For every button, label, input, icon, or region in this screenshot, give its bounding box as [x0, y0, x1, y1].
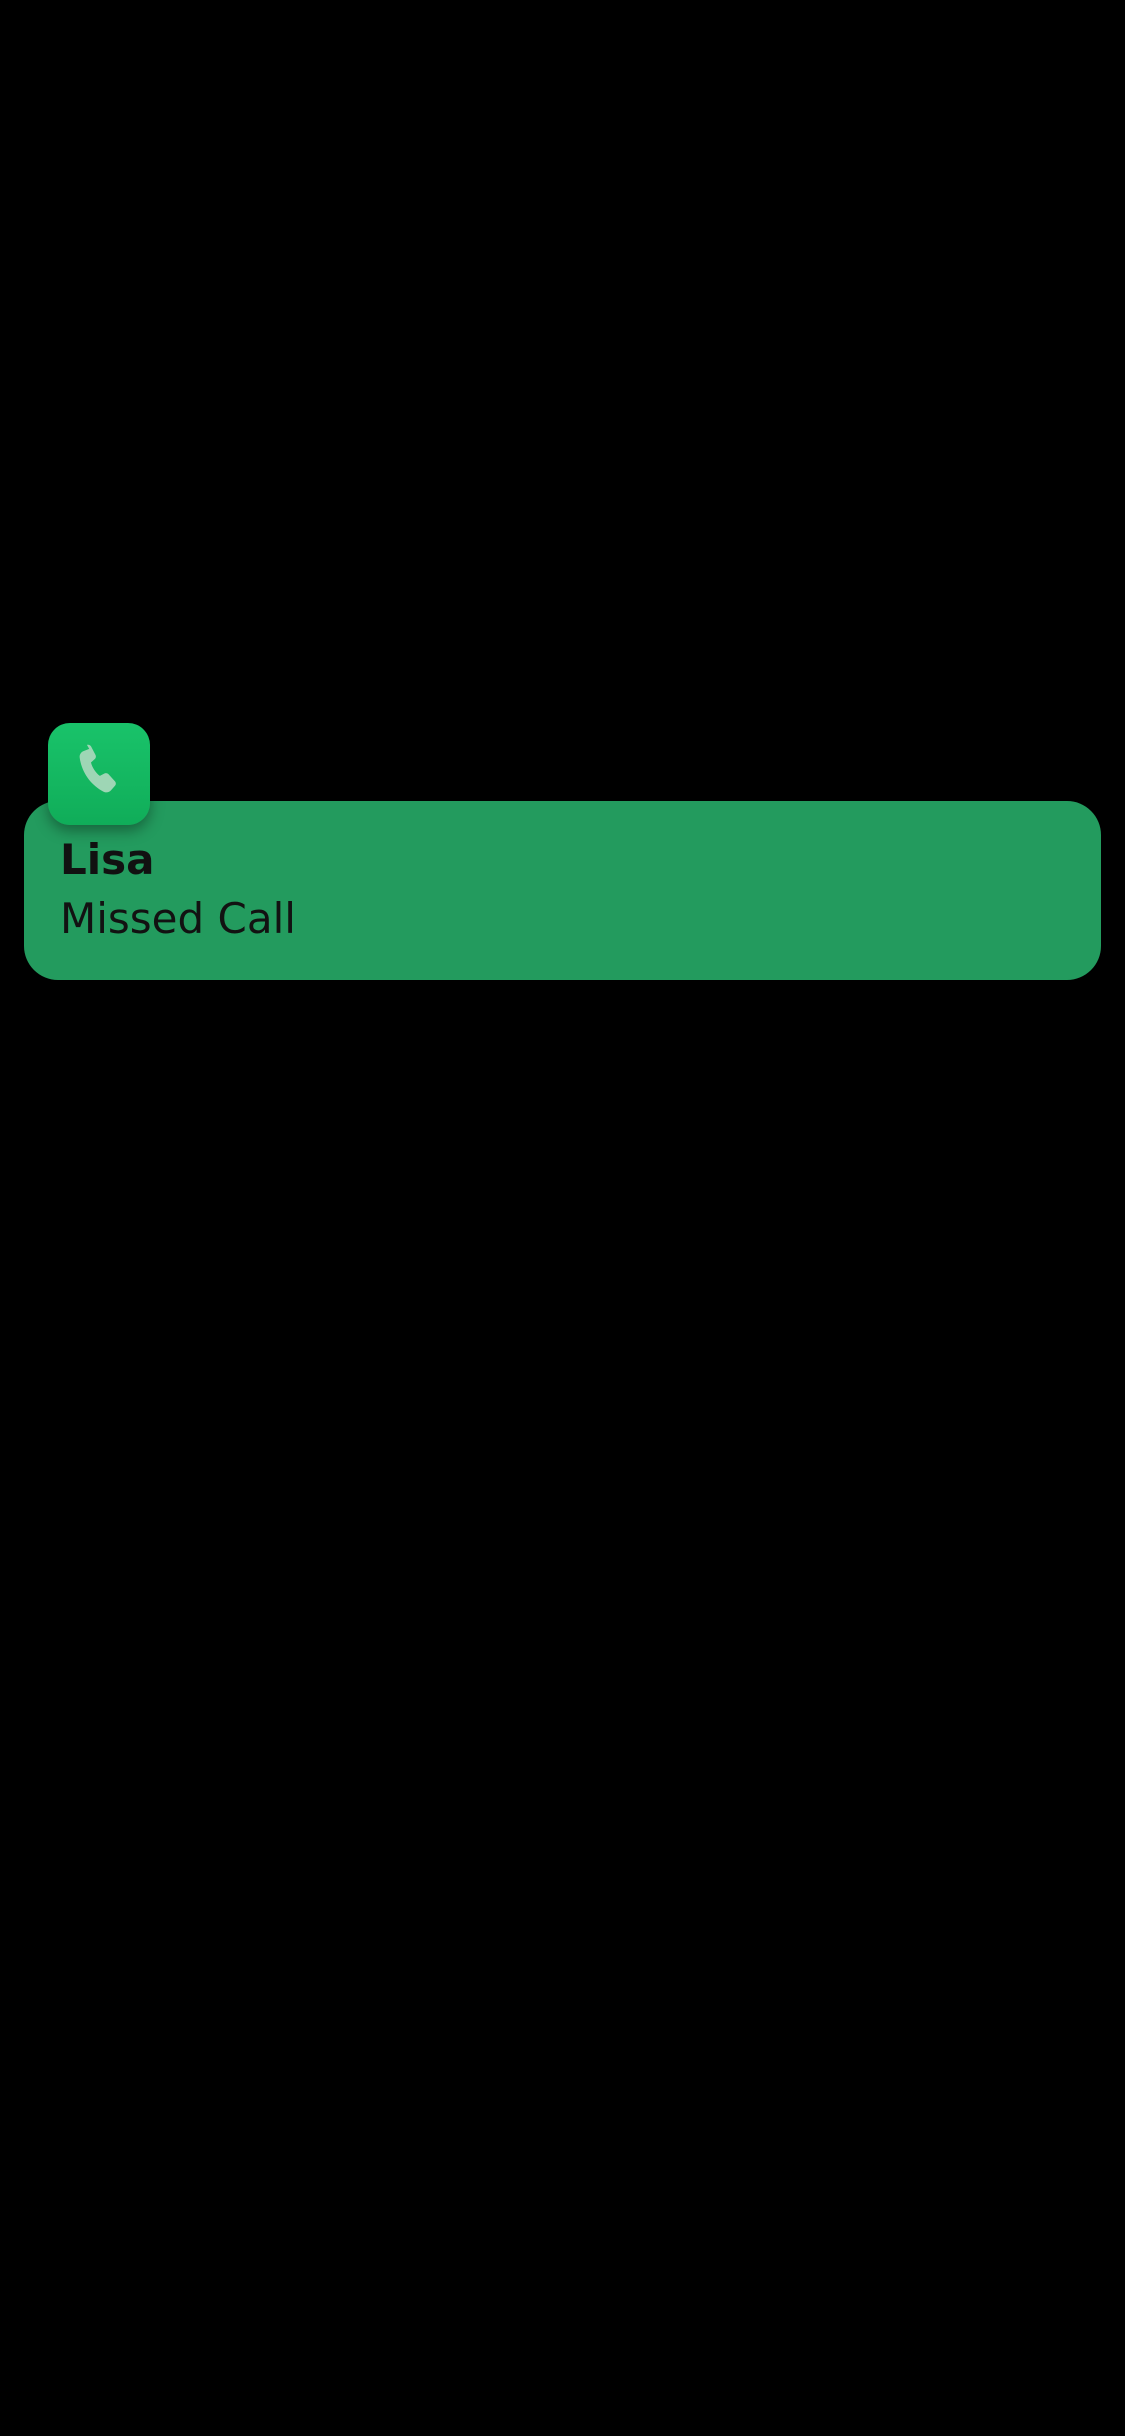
screen: Lisa Missed Call [0, 0, 1125, 2436]
notification-title: Lisa [60, 835, 155, 884]
phone-app-icon[interactable] [48, 723, 150, 825]
notification-message: Missed Call [60, 894, 296, 943]
missed-call-notification[interactable] [24, 801, 1101, 980]
phone-icon [79, 744, 116, 793]
